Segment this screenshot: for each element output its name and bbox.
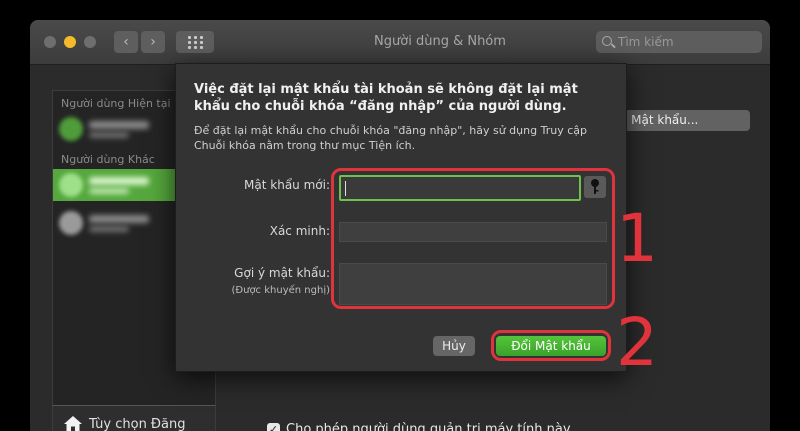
allow-admin-checkbox[interactable]: ✓ bbox=[267, 423, 280, 431]
show-all-button[interactable] bbox=[176, 31, 214, 53]
chevron-right-icon: › bbox=[150, 34, 156, 50]
annotation-box-button bbox=[491, 330, 611, 361]
annotation-step-1: 1 bbox=[616, 200, 658, 277]
annotation-step-2: 2 bbox=[616, 304, 658, 381]
avatar bbox=[59, 173, 83, 197]
grid-icon bbox=[188, 36, 191, 39]
allow-admin-label: Cho phép người dùng quản trị máy tính nà… bbox=[286, 422, 571, 431]
login-options-label: Tùy chọn Đăng nhập bbox=[89, 417, 186, 431]
hint-sublabel: (Được khuyến nghị) bbox=[231, 285, 330, 296]
title-bar: ‹ › Người dùng & Nhóm Tìm kiếm bbox=[30, 20, 770, 65]
sheet-description: Để đặt lại mật khẩu cho chuỗi khóa "đăng… bbox=[194, 124, 587, 152]
new-password-label: Mật khẩu mới: bbox=[244, 178, 330, 192]
avatar bbox=[59, 211, 83, 235]
back-button[interactable]: ‹ bbox=[114, 31, 138, 53]
close-window-button[interactable] bbox=[44, 36, 56, 48]
avatar bbox=[59, 117, 83, 141]
login-options-item[interactable]: Tùy chọn Đăng nhập bbox=[52, 405, 216, 431]
current-users-header: Người dùng Hiện tại bbox=[61, 97, 171, 110]
reset-password-button[interactable]: i Mật khẩu... bbox=[620, 110, 750, 131]
annotation-box-fields bbox=[331, 168, 615, 309]
sheet-heading: Việc đặt lại mật khẩu tài khoản sẽ không… bbox=[194, 82, 578, 114]
window-title: Người dùng & Nhóm bbox=[374, 34, 506, 49]
search-placeholder: Tìm kiếm bbox=[618, 35, 674, 49]
house-icon bbox=[64, 416, 82, 431]
verify-label: Xác minh: bbox=[269, 224, 330, 238]
search-icon bbox=[602, 36, 612, 46]
checkmark-icon: ✓ bbox=[268, 423, 279, 431]
cancel-button[interactable]: Hủy bbox=[433, 336, 475, 356]
minimize-window-button[interactable] bbox=[64, 36, 76, 48]
zoom-window-button[interactable] bbox=[84, 36, 96, 48]
chevron-left-icon: ‹ bbox=[123, 34, 129, 50]
search-input[interactable]: Tìm kiếm bbox=[596, 31, 762, 53]
forward-button[interactable]: › bbox=[141, 31, 165, 53]
other-users-header: Người dùng Khác bbox=[61, 153, 155, 166]
hint-label: Gợi ý mật khẩu: bbox=[234, 266, 330, 280]
